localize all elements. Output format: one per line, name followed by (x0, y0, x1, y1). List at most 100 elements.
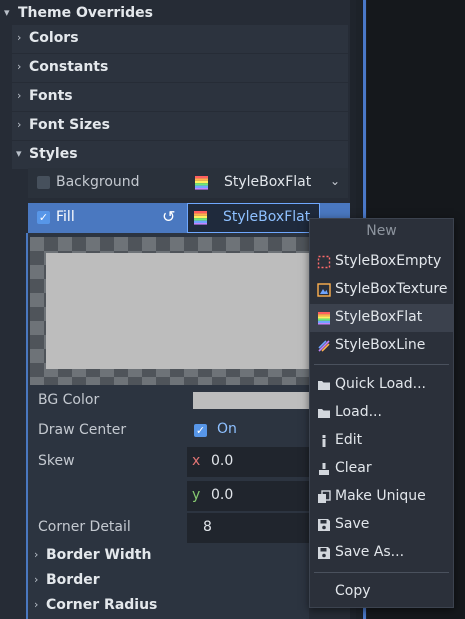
menu-separator (314, 364, 449, 365)
clear-icon (319, 463, 329, 475)
styleboxline-icon (318, 340, 330, 352)
menu-item-edit[interactable]: Edit (310, 427, 453, 455)
menu-item-make-unique[interactable]: Make Unique (310, 483, 453, 511)
skew-y-value: 0.0 (211, 487, 234, 503)
theme-overrides-label: Theme Overrides (18, 5, 153, 21)
background-stylebox-dropdown[interactable]: StyleBoxFlat ⌄ (188, 168, 348, 198)
menu-item-styleboxempty[interactable]: StyleBoxEmpty (310, 248, 453, 276)
revert-icon[interactable]: ↺ (162, 207, 175, 226)
skew-y-field[interactable]: y 0.0 (187, 481, 309, 511)
stylebox-preview (30, 237, 309, 385)
menu-item-label: Make Unique (335, 488, 426, 504)
theme-overrides-header[interactable]: ▾ Theme Overrides (0, 0, 350, 28)
menu-separator (314, 572, 449, 573)
menu-item-clear[interactable]: Clear (310, 455, 453, 483)
bg-color-row: BG Color (28, 386, 348, 416)
section-font-sizes[interactable]: › Font Sizes (12, 112, 348, 140)
section-corner-radius-label: Corner Radius (46, 597, 158, 613)
chevron-down-icon: ▾ (4, 6, 10, 19)
folder-icon (318, 381, 330, 390)
styleboxflat-icon (194, 211, 207, 225)
styleboxflat-icon (318, 312, 330, 325)
menu-item-quick-load[interactable]: Quick Load... (310, 371, 453, 399)
menu-item-load[interactable]: Load... (310, 399, 453, 427)
chevron-right-icon: › (17, 60, 22, 73)
stylebox-preview-fill (46, 253, 309, 369)
section-border-label: Border (46, 572, 100, 588)
menu-item-label: Save As... (335, 544, 405, 560)
save-icon (318, 519, 330, 531)
styleboxempty-icon (317, 255, 331, 269)
background-override-checkbox[interactable] (37, 176, 50, 189)
menu-item-styleboxline[interactable]: StyleBoxLine (310, 332, 453, 360)
chevron-down-icon: ▾ (16, 147, 22, 160)
chevron-right-icon: › (17, 89, 22, 102)
bg-color-swatch[interactable] (193, 392, 309, 409)
bg-color-label: BG Color (38, 392, 100, 408)
skew-x-value: 0.0 (211, 453, 234, 469)
duplicate-icon (318, 490, 331, 503)
section-fonts[interactable]: › Fonts (12, 83, 348, 111)
chevron-down-icon: ⌄ (330, 174, 341, 188)
corner-detail-value: 8 (203, 519, 212, 535)
draw-center-row: Draw Center ✓ On (28, 416, 348, 446)
section-font-sizes-label: Font Sizes (29, 117, 111, 133)
save-icon (318, 547, 330, 559)
styleboxflat-icon (195, 176, 208, 190)
background-label: Background (56, 174, 140, 190)
section-border-width-label: Border Width (46, 547, 152, 563)
section-border[interactable]: › Border (28, 568, 348, 593)
section-colors[interactable]: › Colors (12, 25, 348, 53)
fill-override-checkbox[interactable]: ✓ (37, 211, 50, 224)
chevron-right-icon: › (17, 31, 22, 44)
draw-center-value: On (217, 421, 237, 437)
menu-item-label: Copy (335, 583, 371, 599)
chevron-right-icon: › (34, 573, 39, 586)
skew-x-field[interactable]: x 0.0 (187, 447, 309, 477)
section-corner-radius[interactable]: › Corner Radius (28, 593, 348, 618)
skew-x-axis-label: x (192, 453, 201, 469)
menu-item-label: Edit (335, 432, 363, 448)
menu-item-label: Clear (335, 460, 372, 476)
fill-label: Fill (56, 209, 75, 225)
section-constants-label: Constants (29, 59, 109, 75)
menu-item-label: Load... (335, 404, 382, 420)
section-border-width[interactable]: › Border Width (28, 543, 348, 568)
skew-label: Skew (38, 453, 75, 469)
background-stylebox-value: StyleBoxFlat (224, 174, 312, 190)
menu-item-label: Save (335, 516, 370, 532)
corner-detail-label: Corner Detail (38, 519, 131, 535)
menu-item-label: StyleBoxLine (335, 337, 426, 353)
draw-center-checkbox[interactable]: ✓ (194, 424, 207, 437)
fill-property-row: ✓ Fill ↺ StyleBoxFlat (28, 203, 350, 233)
background-property-row: Background StyleBoxFlat ⌄ (28, 168, 348, 198)
menu-item-label: StyleBoxFlat (335, 309, 423, 325)
menu-item-copy[interactable]: Copy (310, 578, 453, 606)
styleboxtexture-icon (317, 283, 331, 297)
section-colors-label: Colors (29, 30, 79, 46)
menu-item-label: Quick Load... (335, 376, 426, 392)
corner-detail-field[interactable]: 8 (187, 513, 309, 543)
skew-row: Skew x 0.0 y 0.0 (28, 447, 348, 511)
menu-item-label: StyleBoxEmpty (335, 253, 442, 269)
section-styles[interactable]: ▾ Styles (12, 141, 348, 169)
folder-icon (318, 409, 330, 418)
fill-stylebox-value: StyleBoxFlat (223, 209, 311, 225)
menu-item-label: StyleBoxTexture (335, 281, 448, 297)
section-styles-label: Styles (29, 146, 78, 162)
skew-y-axis-label: y (192, 487, 201, 503)
chevron-right-icon: › (17, 118, 22, 131)
menu-new-header: New (366, 223, 397, 239)
menu-item-styleboxflat[interactable]: StyleBoxFlat (310, 304, 453, 332)
menu-item-save[interactable]: Save (310, 511, 453, 539)
section-constants[interactable]: › Constants (12, 54, 348, 82)
menu-item-save-as[interactable]: Save As... (310, 539, 453, 567)
fill-stylebox-dropdown[interactable]: StyleBoxFlat (187, 203, 320, 233)
draw-center-label: Draw Center (38, 422, 127, 438)
menu-item-styleboxtexture[interactable]: StyleBoxTexture (310, 276, 453, 304)
chevron-right-icon: › (34, 598, 39, 611)
section-fonts-label: Fonts (29, 88, 73, 104)
edit-icon (322, 435, 326, 447)
stylebox-context-menu: New StyleBoxEmpty StyleBoxTexture StyleB… (309, 218, 454, 608)
corner-detail-row: Corner Detail 8 (28, 513, 348, 543)
